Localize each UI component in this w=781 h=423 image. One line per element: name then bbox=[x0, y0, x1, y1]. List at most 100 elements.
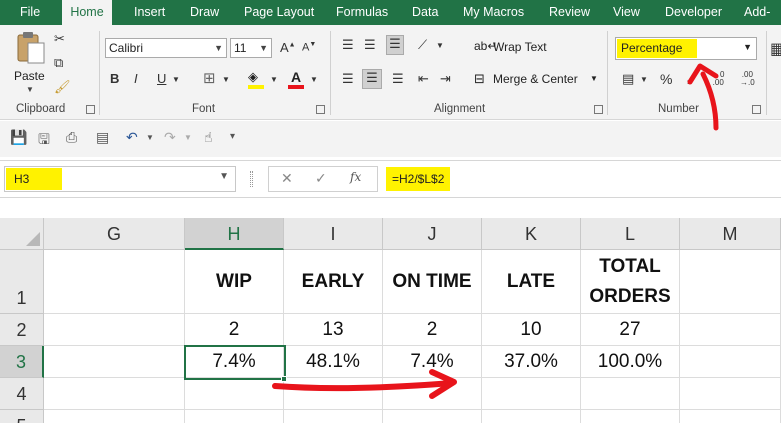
chevron-down-icon[interactable]: ▼ bbox=[222, 75, 230, 84]
cell-i1[interactable]: EARLY bbox=[284, 250, 383, 314]
cell-g3[interactable] bbox=[44, 346, 185, 378]
decrease-font-size-icon[interactable]: A▼ bbox=[302, 41, 316, 54]
align-center-icon[interactable]: ☰ bbox=[362, 69, 382, 89]
tab-view[interactable]: View bbox=[609, 0, 644, 25]
save-as-icon[interactable]: 🖫 bbox=[38, 129, 50, 153]
chevron-down-icon[interactable]: ▼ bbox=[640, 75, 648, 84]
undo-icon[interactable]: ↶ bbox=[126, 129, 138, 146]
comma-style-icon[interactable]: , bbox=[686, 69, 690, 87]
column-header-m[interactable]: M bbox=[680, 218, 781, 250]
cell-h2[interactable]: 2 bbox=[185, 314, 284, 346]
row-header-5[interactable]: 5 bbox=[0, 410, 44, 423]
align-top-icon[interactable]: ☰ bbox=[342, 37, 354, 53]
cut-icon[interactable]: ✂ bbox=[54, 31, 65, 47]
cell-j2[interactable]: 2 bbox=[383, 314, 482, 346]
chevron-down-icon[interactable]: ▼ bbox=[310, 75, 318, 84]
cell-l5[interactable] bbox=[581, 410, 680, 423]
cell-j3[interactable]: 7.4% bbox=[383, 346, 482, 378]
copy-icon[interactable]: ⧉ bbox=[54, 55, 63, 71]
alignment-dialog-launcher[interactable] bbox=[594, 105, 603, 114]
cell-l4[interactable] bbox=[581, 378, 680, 410]
chevron-down-icon[interactable]: ▼ bbox=[270, 75, 278, 84]
font-size-select[interactable]: 11 ▼ bbox=[230, 38, 272, 58]
cell-m3[interactable] bbox=[680, 346, 781, 378]
decrease-indent-icon[interactable]: ⇤ bbox=[418, 71, 429, 87]
font-name-select[interactable]: Calibri ▼ bbox=[105, 38, 227, 58]
chevron-down-icon[interactable]: ▼ bbox=[172, 75, 180, 84]
cell-k1[interactable]: LATE bbox=[482, 250, 581, 314]
row-header-4[interactable]: 4 bbox=[0, 378, 44, 410]
format-painter-icon[interactable]: 🖌 bbox=[54, 79, 71, 95]
cell-m4[interactable] bbox=[680, 378, 781, 410]
cell-j1[interactable]: ON TIME bbox=[383, 250, 482, 314]
cell-j5[interactable] bbox=[383, 410, 482, 423]
cell-h1[interactable]: WIP bbox=[185, 250, 284, 314]
conditional-formatting-icon[interactable]: ▦ bbox=[770, 39, 781, 59]
cell-i2[interactable]: 13 bbox=[284, 314, 383, 346]
cell-g1[interactable] bbox=[44, 250, 185, 314]
align-right-icon[interactable]: ☰ bbox=[392, 71, 404, 87]
percent-style-icon[interactable]: % bbox=[660, 71, 672, 87]
wrap-text-button[interactable]: ab↵ Wrap Text bbox=[474, 39, 554, 57]
font-color-icon[interactable]: A bbox=[288, 69, 304, 89]
cell-l1[interactable]: TOTAL ORDERS bbox=[581, 250, 680, 314]
chevron-down-icon[interactable]: ▼ bbox=[184, 133, 192, 142]
chevron-down-icon[interactable]: ▼ bbox=[219, 171, 229, 182]
cell-k3[interactable]: 37.0% bbox=[482, 346, 581, 378]
print-icon[interactable]: ⎙ bbox=[66, 129, 77, 146]
fill-color-icon[interactable]: ◈ bbox=[248, 69, 264, 89]
tab-formulas[interactable]: Formulas bbox=[332, 0, 392, 25]
cell-i5[interactable] bbox=[284, 410, 383, 423]
customize-toolbar-icon[interactable]: ▾ bbox=[230, 131, 235, 142]
cell-m5[interactable] bbox=[680, 410, 781, 423]
fill-handle[interactable] bbox=[281, 376, 287, 382]
print-preview-icon[interactable]: ▤ bbox=[96, 129, 109, 146]
clipboard-dialog-launcher[interactable] bbox=[86, 105, 95, 114]
chevron-down-icon[interactable]: ▼ bbox=[436, 41, 444, 50]
tab-developer[interactable]: Developer bbox=[661, 0, 726, 25]
cell-g2[interactable] bbox=[44, 314, 185, 346]
cell-i3[interactable]: 48.1% bbox=[284, 346, 383, 378]
tab-my-macros[interactable]: My Macros bbox=[459, 0, 528, 25]
italic-icon[interactable]: I bbox=[134, 71, 138, 86]
enter-icon[interactable]: ✓ bbox=[315, 170, 327, 187]
tab-draw[interactable]: Draw bbox=[186, 0, 223, 25]
tab-add-ins[interactable]: Add-in bbox=[740, 0, 781, 43]
bold-icon[interactable]: B bbox=[110, 71, 119, 86]
tab-review[interactable]: Review bbox=[545, 0, 594, 25]
cell-h4[interactable] bbox=[185, 378, 284, 410]
column-header-j[interactable]: J bbox=[383, 218, 482, 250]
insert-function-icon[interactable]: fx bbox=[350, 170, 361, 184]
redo-icon[interactable]: ↷ bbox=[164, 129, 176, 146]
number-format-select[interactable]: Percentage ▼ bbox=[615, 37, 757, 60]
align-bottom-icon[interactable]: ☰ bbox=[386, 35, 404, 55]
align-middle-icon[interactable]: ☰ bbox=[364, 37, 376, 53]
cell-k4[interactable] bbox=[482, 378, 581, 410]
chevron-down-icon[interactable]: ▼ bbox=[146, 133, 154, 142]
column-header-l[interactable]: L bbox=[581, 218, 680, 250]
tab-file[interactable]: File bbox=[16, 0, 44, 25]
row-header-3[interactable]: 3 bbox=[0, 346, 44, 378]
save-icon[interactable]: 💾 bbox=[10, 129, 27, 146]
cell-m1[interactable] bbox=[680, 250, 781, 314]
cell-i4[interactable] bbox=[284, 378, 383, 410]
tab-insert[interactable]: Insert bbox=[130, 0, 169, 25]
orientation-icon[interactable]: ⟋ bbox=[418, 37, 427, 53]
number-dialog-launcher[interactable] bbox=[752, 105, 761, 114]
tab-home[interactable]: Home bbox=[62, 0, 112, 25]
formula-bar-splitter[interactable] bbox=[250, 171, 253, 187]
decrease-decimal-icon[interactable]: .00 →.0 bbox=[740, 71, 755, 87]
row-header-2[interactable]: 2 bbox=[0, 314, 44, 346]
select-all-button[interactable] bbox=[0, 218, 44, 250]
font-dialog-launcher[interactable] bbox=[316, 105, 325, 114]
cell-g5[interactable] bbox=[44, 410, 185, 423]
cell-l2[interactable]: 27 bbox=[581, 314, 680, 346]
increase-decimal-icon[interactable]: ←0.00 bbox=[712, 71, 724, 87]
cell-h5[interactable] bbox=[185, 410, 284, 423]
column-header-g[interactable]: G bbox=[44, 218, 185, 250]
cancel-icon[interactable]: ✕ bbox=[281, 170, 293, 187]
cell-j4[interactable] bbox=[383, 378, 482, 410]
row-header-1[interactable]: 1 bbox=[0, 250, 44, 314]
increase-font-size-icon[interactable]: A▲ bbox=[280, 40, 296, 55]
cell-m2[interactable] bbox=[680, 314, 781, 346]
